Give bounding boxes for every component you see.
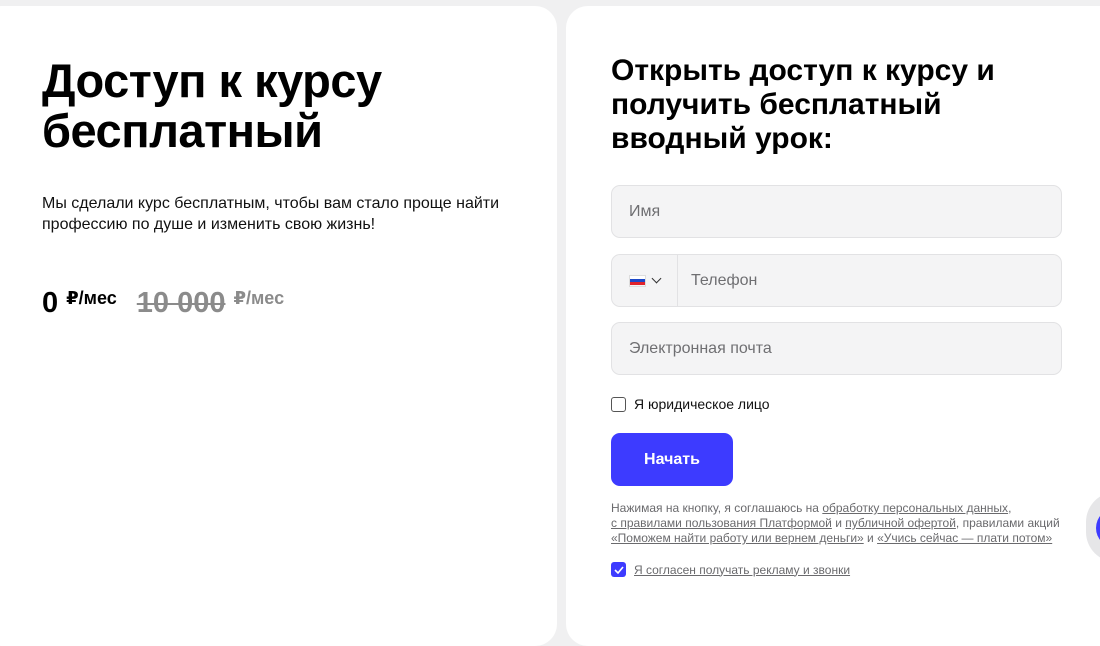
legal-text: и	[831, 516, 846, 530]
email-placeholder: Электронная почта	[629, 339, 772, 357]
legal-notice: Нажимая на кнопку, я соглашаюсь на обраб…	[611, 501, 1071, 546]
legal-entity-label: Я юридическое лицо	[634, 396, 770, 412]
legal-entity-checkbox[interactable]	[611, 396, 626, 412]
page-title: Доступ к курсу бесплатный	[42, 54, 382, 157]
legal-entity-option[interactable]: Я юридическое лицо	[611, 396, 770, 412]
chevron-down-icon	[651, 273, 662, 284]
legal-text: Нажимая на кнопку, я соглашаюсь на	[611, 501, 823, 515]
phone-input-group: Телефон	[611, 254, 1062, 307]
course-access-card: Доступ к курсу бесплатный Мы сделали кур…	[0, 6, 557, 646]
legal-text: ,	[1008, 501, 1012, 515]
personal-data-link[interactable]: обработку персональных данных	[822, 501, 1008, 515]
platform-rules-link[interactable]: с правилами пользования Платформой	[611, 516, 832, 530]
legal-text: , правилами акций	[955, 516, 1060, 530]
name-input[interactable]: Имя	[611, 185, 1062, 238]
checkmark-icon	[613, 565, 624, 574]
start-button[interactable]: Начать	[611, 433, 733, 486]
country-code-selector[interactable]	[612, 255, 678, 306]
current-price: 0	[42, 287, 59, 319]
current-price-unit: ₽/мес	[66, 288, 117, 308]
price-block: 0 ₽/мес 10 000 ₽/мес	[42, 286, 284, 320]
course-description: Мы сделали курс бесплатным, чтобы вам ст…	[42, 195, 500, 233]
public-offer-link[interactable]: публичной офертой	[845, 516, 956, 530]
study-now-pay-later-link[interactable]: «Учись сейчас — плати потом»	[877, 531, 1052, 545]
phone-input[interactable]: Телефон	[678, 272, 757, 290]
old-price-unit: ₽/мес	[233, 288, 285, 308]
marketing-consent-option[interactable]: Я согласен получать рекламу и звонки	[611, 562, 850, 577]
form-title: Открыть доступ к курсу и получить беспла…	[611, 54, 995, 155]
marketing-consent-label[interactable]: Я согласен получать рекламу и звонки	[634, 563, 850, 577]
old-price: 10 000	[136, 287, 226, 319]
marketing-consent-checkbox[interactable]	[611, 562, 626, 577]
russia-flag-icon	[629, 274, 646, 287]
job-guarantee-promo-link[interactable]: «Поможем найти работу или вернем деньги»	[611, 531, 864, 545]
email-input[interactable]: Электронная почта	[611, 322, 1062, 375]
chat-widget-icon	[1096, 508, 1100, 548]
signup-form-card: Открыть доступ к курсу и получить беспла…	[566, 6, 1100, 646]
legal-text: и	[863, 531, 878, 545]
name-placeholder: Имя	[629, 202, 661, 220]
